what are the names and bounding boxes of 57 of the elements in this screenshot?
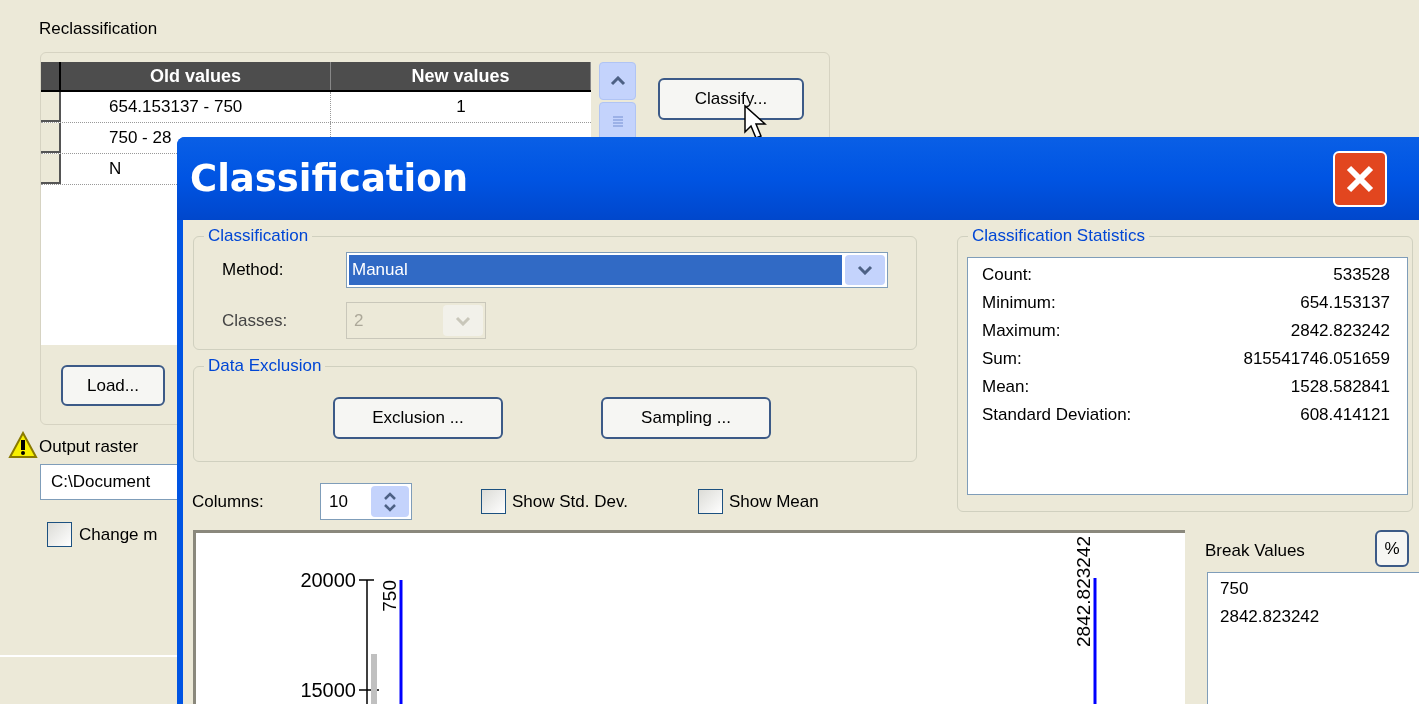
checkbox-label: Show Mean xyxy=(728,490,819,513)
checkbox[interactable] xyxy=(481,489,506,514)
checkbox-label: Change m xyxy=(79,524,158,546)
checkbox[interactable] xyxy=(697,489,723,514)
checkbox[interactable] xyxy=(47,522,72,548)
caret-up-icon[interactable] xyxy=(609,76,626,86)
statistic-value: 2842.823242 xyxy=(1290,320,1390,342)
load-button[interactable]: Load... xyxy=(61,365,165,406)
break-values-label: Break Values xyxy=(1205,539,1306,562)
row-header[interactable] xyxy=(41,154,61,184)
list-item[interactable]: 2842.823242 xyxy=(1220,603,1419,631)
histogram-bar xyxy=(371,654,377,704)
statistic-label: Count: xyxy=(982,264,1033,286)
field-label: Classes: xyxy=(222,309,289,332)
row-header[interactable] xyxy=(41,123,61,153)
statistic-label: Sum: xyxy=(982,348,1022,370)
statistic-value: 533528 xyxy=(1333,264,1390,286)
list-item[interactable]: 750 xyxy=(1220,575,1419,603)
break-label: 750 xyxy=(379,580,400,612)
checkbox-label: Show Std. Dev. xyxy=(512,490,628,513)
statistic-value: 608.414121 xyxy=(1300,404,1390,426)
column-header: New values xyxy=(331,62,591,90)
statistic-label: Minimum: xyxy=(982,292,1056,314)
dropdown-value: 2 xyxy=(353,309,365,332)
statistic-value: 815541746.051659 xyxy=(1243,348,1390,370)
statistic-label: Mean: xyxy=(982,376,1030,398)
method-dropdown[interactable]: Manual xyxy=(346,252,888,288)
column-header: Old values xyxy=(61,62,331,90)
dialog-button[interactable]: Exclusion ... xyxy=(333,397,503,439)
break-line[interactable] xyxy=(1093,578,1097,704)
row-header[interactable] xyxy=(41,92,61,122)
scroll-up-button[interactable] xyxy=(599,62,636,100)
spin-arrows-icon[interactable] xyxy=(371,486,409,517)
statistic-value: 654.153137 xyxy=(1300,292,1390,314)
grip-icon[interactable] xyxy=(611,115,624,129)
tick-label: 20000 xyxy=(300,569,356,591)
classify-button[interactable]: Classify... xyxy=(658,78,804,120)
spinner-value: 10 xyxy=(328,490,349,513)
close-button[interactable] xyxy=(1333,150,1387,207)
field-label: Output raster xyxy=(39,435,139,458)
percent-button[interactable]: % xyxy=(1375,530,1409,567)
statistic-label: Standard Deviation: xyxy=(982,404,1132,426)
table-cell: 654.153137 - 750 xyxy=(61,92,331,122)
columns-spinner[interactable]: 10 xyxy=(320,483,412,520)
dialog-button[interactable]: Sampling ... xyxy=(601,397,771,439)
warning-icon xyxy=(8,431,38,459)
break-label: 2842.823242 xyxy=(1073,536,1094,647)
selected-value: Manual xyxy=(349,255,842,285)
table-cell-text: 1 xyxy=(455,96,467,118)
statistic-value: 1528.582841 xyxy=(1290,376,1390,398)
statistic-label: Maximum: xyxy=(982,320,1061,342)
field-label: Method: xyxy=(222,259,285,282)
tick-mark xyxy=(358,579,375,581)
break-line[interactable] xyxy=(399,580,403,704)
close-icon xyxy=(1345,163,1375,194)
section-title: Reclassification xyxy=(39,18,159,40)
tick-label: 15000 xyxy=(300,679,356,701)
